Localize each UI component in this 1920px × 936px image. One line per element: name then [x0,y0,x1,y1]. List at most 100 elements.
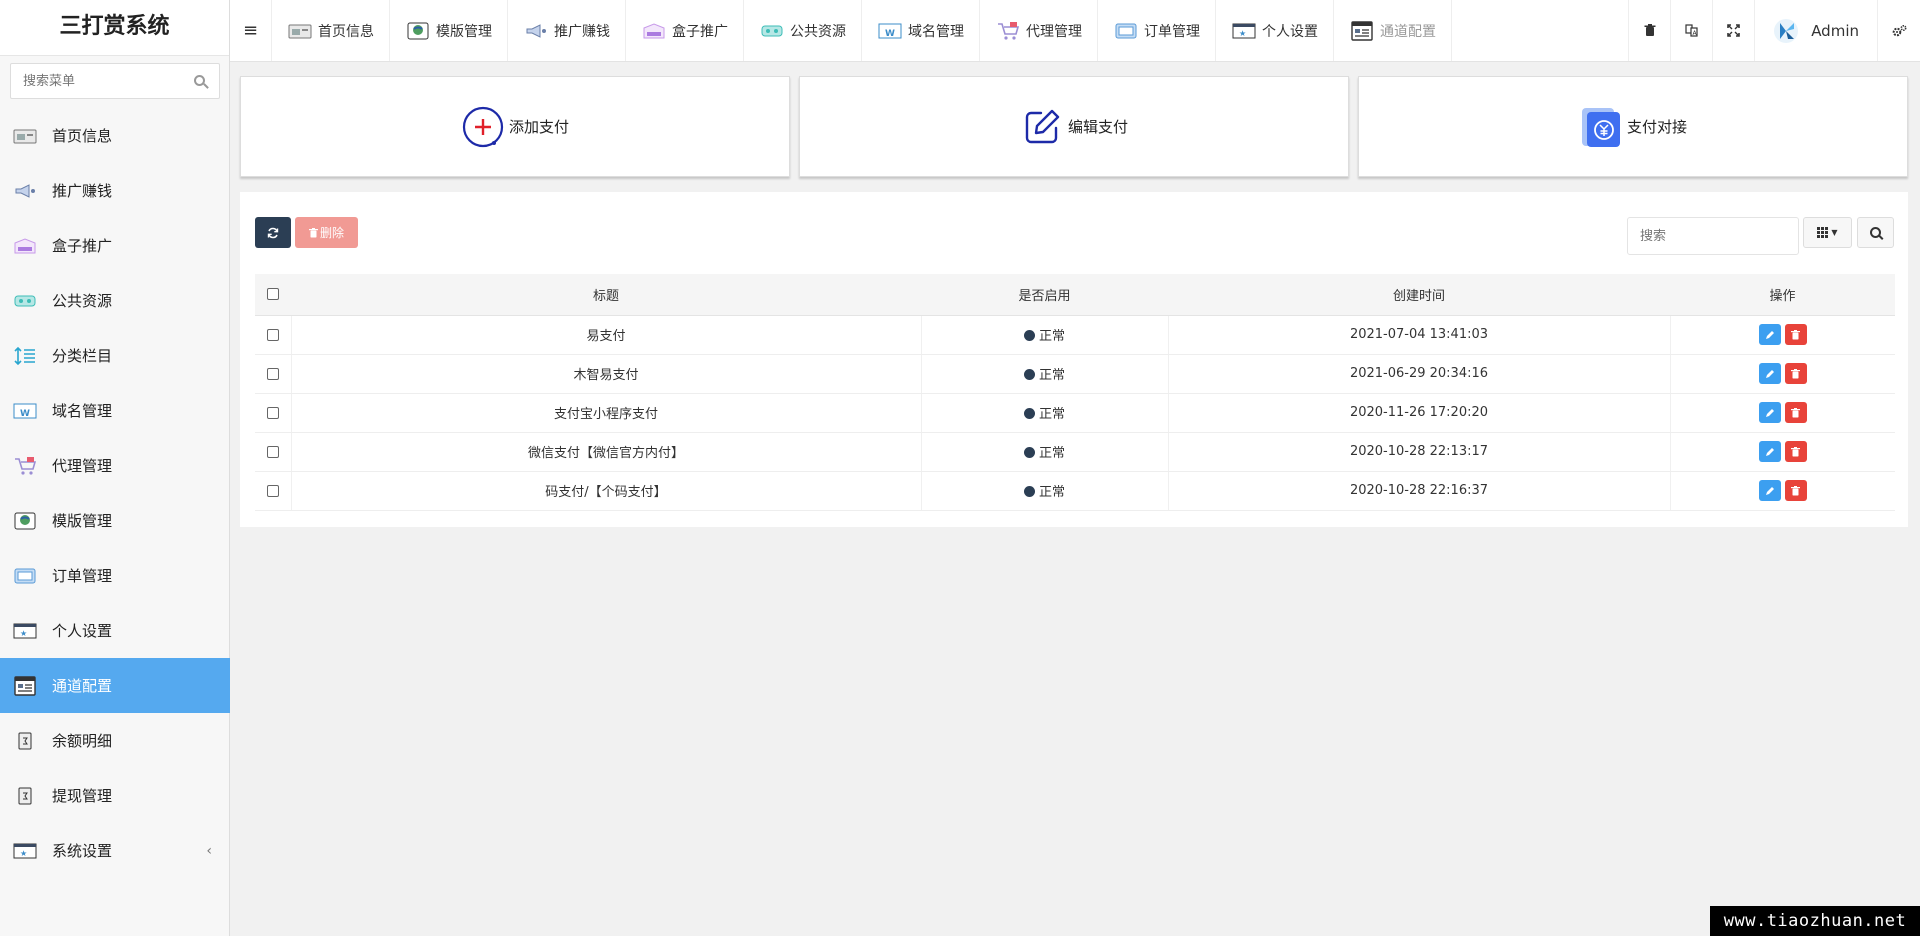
row-checkbox[interactable] [266,484,279,497]
column-header-created[interactable]: 创建时间 [1168,274,1670,316]
row-checkbox[interactable] [266,445,279,458]
app-logo-title: 三打赏系统 [0,0,229,56]
top-tab-9[interactable]: 通道配置 [1334,0,1452,61]
megaphone-icon [12,181,38,201]
status-dot-icon [1023,369,1035,380]
select-all-cell [255,274,291,316]
template-icon [406,22,430,40]
table-search-button[interactable] [1857,217,1894,248]
top-tab-label: 首页信息 [318,23,374,40]
edit-row-button[interactable] [1758,480,1781,501]
top-tab-5[interactable]: W 域名管理 [862,0,980,61]
top-tab-4[interactable]: 公共资源 [744,0,862,61]
search-icon[interactable] [194,75,205,86]
user-name: Admin [1811,21,1859,40]
delete-button[interactable]: 删除 [295,217,358,248]
column-header-status[interactable]: 是否启用 [921,274,1168,316]
row-status-cell: 正常 [921,432,1169,472]
row-created: 2021-07-04 13:41:03 [1168,315,1671,355]
sidebar: 三打赏系统 首页信息推广赚钱盒子推广公共资源分类栏目 W 域名管理代理管理模版管理订… [0,0,230,936]
profile-icon: ★ [1232,22,1256,40]
payment-list-panel: 删除 ▼ 标题 是否启用 创建时间 操作 易支付正常2021-07-04 13:… [240,192,1908,527]
top-tab-7[interactable]: 订单管理 [1098,0,1216,61]
top-tab-2[interactable]: 推广赚钱 [508,0,626,61]
top-tab-bar: 首页信息 模版管理 推广赚钱 盒子推广 公共资源 W 域名管理 代理管理 订单管理 ★ 个人设置 通道… [272,0,1452,61]
top-tab-8[interactable]: ★ 个人设置 [1216,0,1334,61]
delete-row-button[interactable] [1784,402,1807,423]
resource-icon [12,291,38,311]
sidebar-item-2[interactable]: 盒子推广 [0,218,230,273]
box-icon [642,22,666,40]
table-row: 码支付/【个码支付】 正常 2020-10-28 22:16:37 [255,471,1895,511]
refresh-button[interactable] [255,217,291,248]
edit-row-button[interactable] [1758,363,1781,384]
svg-text:★: ★ [20,849,27,858]
sidebar-item-label: 代理管理 [52,457,113,475]
sidebar-item-12[interactable]: 提现管理 [0,768,230,823]
fullscreen-icon[interactable] [1712,0,1754,61]
delete-row-button[interactable] [1784,363,1807,384]
sidebar-item-9[interactable]: ★ 个人设置 [0,603,230,658]
row-created: 2020-10-28 22:16:37 [1168,471,1671,511]
edit-row-button[interactable] [1758,324,1781,345]
delete-row-button[interactable] [1784,441,1807,462]
status-dot-icon [1023,330,1035,341]
clear-cache-icon[interactable] [1628,0,1670,61]
sidebar-item-8[interactable]: 订单管理 [0,548,230,603]
settings-gear-icon[interactable] [1878,0,1920,61]
avatar [1773,17,1800,44]
row-title: 码支付/【个码支付】 [291,471,922,511]
row-status: 正常 [1038,446,1065,461]
sidebar-item-11[interactable]: 余额明细 [0,713,230,768]
sidebar-item-3[interactable]: 公共资源 [0,273,230,328]
sidebar-item-1[interactable]: 推广赚钱 [0,163,230,218]
delete-row-button[interactable] [1784,480,1807,501]
top-tab-label: 公共资源 [790,23,846,40]
add-payment-card[interactable]: 添加支付 [240,76,790,177]
row-checkbox[interactable] [266,367,279,380]
column-header-title[interactable]: 标题 [291,274,921,316]
domain-icon: W [12,401,38,421]
channel-icon [1350,20,1374,41]
top-tab-1[interactable]: 模版管理 [390,0,508,61]
trash-icon [1791,407,1801,417]
edit-row-button[interactable] [1758,402,1781,423]
row-actions [1670,471,1895,511]
top-tab-0[interactable]: 首页信息 [272,0,390,61]
edit-payment-card[interactable]: 编辑支付 [799,76,1349,177]
user-menu[interactable]: Admin [1754,0,1878,61]
system-icon: ★ [12,841,38,861]
sidebar-item-6[interactable]: 代理管理 [0,438,230,493]
sidebar-item-4[interactable]: 分类栏目 [0,328,230,383]
menu-search-box[interactable] [10,63,220,99]
order-icon [12,566,38,586]
select-all-checkbox[interactable] [267,288,279,301]
sidebar-menu: 首页信息 推广赚钱 盒子推广 公共资源分类栏目 W 域名管理代理管理模版管理 订单管理 ★ 个人… [0,108,230,878]
delete-row-button[interactable] [1784,324,1807,345]
sidebar-item-10[interactable]: 通道配置 [0,658,230,713]
sidebar-item-label: 提现管理 [52,787,113,805]
sidebar-item-13[interactable]: ★ 系统设置 ‹ [0,823,230,878]
edit-row-button[interactable] [1758,441,1781,462]
menu-toggle-icon[interactable]: ≡ [230,0,272,61]
top-tab-6[interactable]: 代理管理 [980,0,1098,61]
translate-icon[interactable]: A [1670,0,1712,61]
row-checkbox[interactable] [266,406,279,419]
menu-search-input[interactable] [11,64,181,98]
payment-integration-card[interactable]: 支付对接 [1358,76,1908,177]
table-header-row: 标题 是否启用 创建时间 操作 [255,274,1895,316]
row-checkbox[interactable] [266,328,279,341]
sidebar-item-5[interactable]: W 域名管理 [0,383,230,438]
chevron-left-icon[interactable]: ‹ [206,843,212,859]
table-search-input[interactable] [1627,217,1799,255]
payment-table: 标题 是否启用 创建时间 操作 易支付 正常 2021-07-04 13:41:03… [255,274,1895,511]
sidebar-item-0[interactable]: 首页信息 [0,108,230,163]
column-toggle-button[interactable]: ▼ [1803,217,1852,248]
top-tab-label: 代理管理 [1026,23,1082,40]
sidebar-item-7[interactable]: 模版管理 [0,493,230,548]
top-tab-3[interactable]: 盒子推广 [626,0,744,61]
sidebar-item-label: 域名管理 [52,402,113,420]
template-icon [12,511,38,531]
sidebar-item-label: 分类栏目 [52,347,113,365]
svg-text:★: ★ [20,629,27,638]
